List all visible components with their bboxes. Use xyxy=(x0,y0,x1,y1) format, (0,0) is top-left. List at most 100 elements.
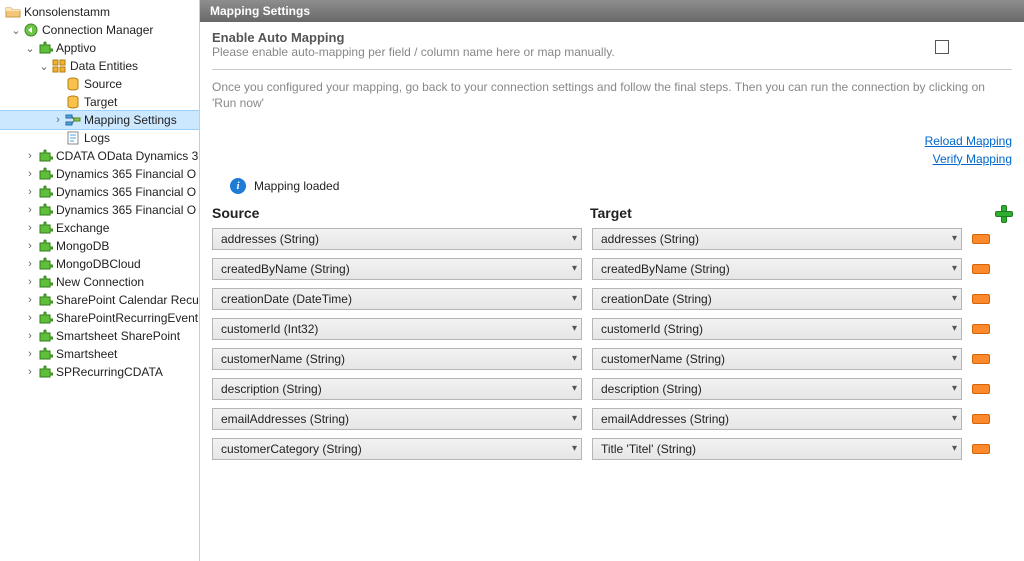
tree-label: MongoDB xyxy=(56,239,109,253)
expand-toggle[interactable]: › xyxy=(23,348,37,360)
tree-connection-manager[interactable]: ⌄ Connection Manager xyxy=(0,21,199,39)
source-field-select[interactable]: description (String) ▾ xyxy=(212,378,582,400)
manager-icon xyxy=(23,22,39,38)
tree-connection-item[interactable]: ›Smartsheet xyxy=(0,345,199,363)
logs-icon xyxy=(65,130,81,146)
chevron-down-icon: ▾ xyxy=(572,443,577,454)
target-field-select[interactable]: customerName (String)▾ xyxy=(592,348,962,370)
combo-value: Title 'Titel' (String) xyxy=(601,442,696,456)
target-field-select[interactable]: customerId (String)▾ xyxy=(592,318,962,340)
expand-toggle[interactable]: › xyxy=(23,312,37,324)
remove-mapping-button[interactable] xyxy=(972,324,990,334)
tree-apptivo[interactable]: ⌄ Apptivo xyxy=(0,39,199,57)
puzzle-icon xyxy=(37,346,53,362)
tree-connection-item[interactable]: ›SharePoint Calendar Recu xyxy=(0,291,199,309)
remove-mapping-button[interactable] xyxy=(972,294,990,304)
combo-value: createdByName (String) xyxy=(601,262,730,276)
expand-toggle[interactable]: ⌄ xyxy=(37,60,51,73)
remove-mapping-button[interactable] xyxy=(972,354,990,364)
expand-toggle[interactable]: ⌄ xyxy=(9,24,23,37)
separator xyxy=(212,69,1012,70)
target-field-select[interactable]: Title 'Titel' (String)▾ xyxy=(592,438,962,460)
tree-label: Dynamics 365 Financial O xyxy=(56,185,196,199)
expand-toggle[interactable]: › xyxy=(23,240,37,252)
remove-mapping-button[interactable] xyxy=(972,444,990,454)
reload-mapping-link[interactable]: Reload Mapping xyxy=(212,132,1012,150)
chevron-down-icon: ▾ xyxy=(572,323,577,334)
target-field-select[interactable]: createdByName (String)▾ xyxy=(592,258,962,280)
remove-mapping-button[interactable] xyxy=(972,234,990,244)
source-field-select[interactable]: emailAddresses (String)▾ xyxy=(212,408,582,430)
source-field-select[interactable]: customerId (Int32)▾ xyxy=(212,318,582,340)
combo-value: description (String) xyxy=(221,382,322,396)
chevron-down-icon: ▾ xyxy=(572,353,577,364)
tree-label: CDATA OData Dynamics 3 xyxy=(56,149,198,163)
add-mapping-button[interactable] xyxy=(994,204,1012,222)
expand-toggle[interactable]: › xyxy=(23,168,37,180)
expand-toggle[interactable]: › xyxy=(23,150,37,162)
tree-connection-item[interactable]: ›Smartsheet SharePoint xyxy=(0,327,199,345)
expand-toggle[interactable]: › xyxy=(23,276,37,288)
target-field-select[interactable]: description (String)▾ xyxy=(592,378,962,400)
tree-connection-item[interactable]: › Dynamics 365 Financial O xyxy=(0,165,199,183)
chevron-down-icon: ▾ xyxy=(572,383,577,394)
config-hint: Once you configured your mapping, go bac… xyxy=(212,80,1012,111)
combo-value: addresses (String) xyxy=(601,232,699,246)
target-field-select[interactable]: creationDate (String)▾ xyxy=(592,288,962,310)
tree-connection-item[interactable]: › MongoDB xyxy=(0,237,199,255)
expand-toggle[interactable]: ⌄ xyxy=(23,42,37,55)
tree-target[interactable]: Target xyxy=(0,93,199,111)
mapping-icon xyxy=(65,112,81,128)
tree-source[interactable]: Source xyxy=(0,75,199,93)
tree-connection-item[interactable]: ›SharePointRecurringEvent xyxy=(0,309,199,327)
target-column-header: Target xyxy=(590,205,994,221)
tree-connection-item[interactable]: › CDATA OData Dynamics 3 xyxy=(0,147,199,165)
tree-connection-item[interactable]: › Dynamics 365 Financial O xyxy=(0,183,199,201)
tree-connection-item[interactable]: › MongoDBCloud xyxy=(0,255,199,273)
tree-mapping-settings[interactable]: › Mapping Settings xyxy=(0,111,199,129)
source-field-select[interactable]: creationDate (DateTime)▾ xyxy=(212,288,582,310)
expand-toggle[interactable]: › xyxy=(23,294,37,306)
tree-label: MongoDBCloud xyxy=(56,257,141,271)
tree-label: Exchange xyxy=(56,221,109,235)
target-field-select[interactable]: emailAddresses (String)▾ xyxy=(592,408,962,430)
tree-connection-item[interactable]: ›Dynamics 365 Financial O xyxy=(0,201,199,219)
puzzle-icon xyxy=(37,202,53,218)
puzzle-icon xyxy=(37,310,53,326)
source-field-select[interactable]: createdByName (String)▾ xyxy=(212,258,582,280)
tree-logs[interactable]: Logs xyxy=(0,129,199,147)
expand-toggle[interactable]: › xyxy=(23,204,37,216)
puzzle-icon xyxy=(37,274,53,290)
auto-mapping-subtitle: Please enable auto-mapping per field / c… xyxy=(212,45,615,59)
remove-mapping-button[interactable] xyxy=(972,384,990,394)
source-field-select[interactable]: customerName (String) ▾ xyxy=(212,348,582,370)
source-field-select[interactable]: addresses (String)▾ xyxy=(212,228,582,250)
combo-value: creationDate (DateTime) xyxy=(221,292,352,306)
expand-toggle[interactable]: › xyxy=(23,186,37,198)
tree-data-entities[interactable]: ⌄ Data Entities xyxy=(0,57,199,75)
chevron-down-icon: ▾ xyxy=(572,233,577,244)
auto-mapping-checkbox[interactable] xyxy=(935,40,949,54)
tree-connection-item[interactable]: ›New Connection xyxy=(0,273,199,291)
expand-toggle[interactable]: › xyxy=(23,222,37,234)
expand-toggle[interactable]: › xyxy=(23,330,37,342)
expand-toggle[interactable]: › xyxy=(23,366,37,378)
target-field-select[interactable]: addresses (String)▾ xyxy=(592,228,962,250)
verify-mapping-link[interactable]: Verify Mapping xyxy=(212,150,1012,168)
mapping-row: creationDate (DateTime)▾ creationDate (St… xyxy=(212,288,1012,310)
puzzle-icon xyxy=(37,292,53,308)
tree-connection-item[interactable]: ›SPRecurringCDATA xyxy=(0,363,199,381)
folder-icon xyxy=(5,4,21,20)
remove-mapping-button[interactable] xyxy=(972,414,990,424)
puzzle-icon xyxy=(37,148,53,164)
source-field-select[interactable]: customerCategory (String)▾ xyxy=(212,438,582,460)
expand-toggle[interactable]: › xyxy=(51,114,65,126)
tree-label: Konsolenstamm xyxy=(24,5,110,19)
chevron-down-icon: ▾ xyxy=(952,323,957,334)
tree-root[interactable]: Konsolenstamm xyxy=(0,3,199,21)
tree-label: Dynamics 365 Financial O xyxy=(56,167,196,181)
remove-mapping-button[interactable] xyxy=(972,264,990,274)
combo-value: customerName (String) xyxy=(221,352,345,366)
expand-toggle[interactable]: › xyxy=(23,258,37,270)
tree-connection-item[interactable]: › Exchange xyxy=(0,219,199,237)
